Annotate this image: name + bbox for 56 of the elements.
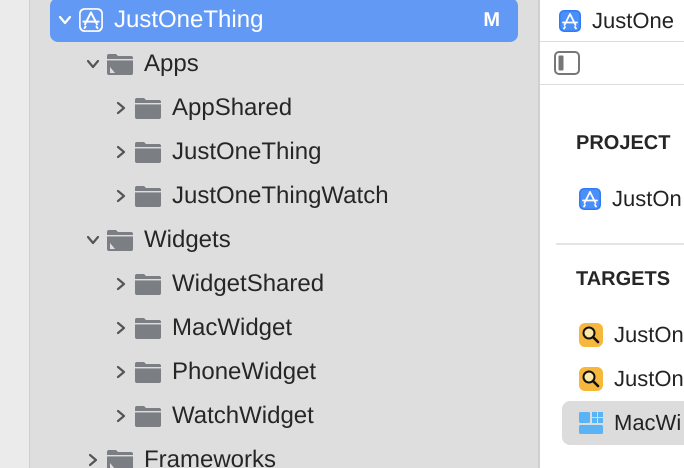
widget-icon bbox=[578, 410, 604, 436]
chevron-icon[interactable] bbox=[86, 453, 100, 467]
chevron-icon[interactable] bbox=[114, 101, 128, 115]
folder-icon bbox=[134, 96, 162, 120]
chevron-icon[interactable] bbox=[114, 145, 128, 159]
editor-title: JustOne bbox=[592, 8, 674, 34]
chevron-icon[interactable] bbox=[58, 13, 72, 27]
navigator-row[interactable]: Frameworks bbox=[50, 438, 518, 468]
navigator-label: WidgetShared bbox=[172, 270, 326, 298]
navigator-row[interactable]: JustOneThingWatch bbox=[50, 174, 518, 218]
navigator-label: Apps bbox=[144, 50, 200, 78]
navigator-label: WatchWidget bbox=[172, 402, 315, 430]
folder-icon bbox=[106, 52, 134, 76]
chevron-icon[interactable] bbox=[114, 277, 128, 291]
sidebar-toggle-icon[interactable] bbox=[554, 51, 580, 75]
navigator-row[interactable]: WatchWidget bbox=[50, 394, 518, 438]
folder-icon bbox=[134, 140, 162, 164]
magnifier-icon bbox=[578, 322, 604, 348]
app-store-icon bbox=[578, 187, 602, 211]
target-item[interactable]: JustOn bbox=[562, 177, 684, 221]
chevron-icon[interactable] bbox=[86, 57, 100, 71]
navigator-label: AppShared bbox=[172, 94, 294, 122]
folder-icon bbox=[134, 404, 162, 428]
chevron-icon[interactable] bbox=[114, 321, 128, 335]
chevron-icon[interactable] bbox=[86, 233, 100, 247]
chevron-icon[interactable] bbox=[114, 365, 128, 379]
folder-icon bbox=[134, 184, 162, 208]
navigator-label: JustOneThingWatch bbox=[172, 182, 390, 210]
navigator-label: Widgets bbox=[144, 226, 232, 254]
navigator-row[interactable]: WidgetShared bbox=[50, 262, 518, 306]
folder-icon bbox=[134, 360, 162, 384]
folder-icon bbox=[106, 228, 134, 252]
navigator-row[interactable]: Widgets bbox=[50, 218, 518, 262]
target-item[interactable]: MacWi bbox=[562, 401, 684, 445]
section-heading: TARGETS bbox=[575, 266, 672, 292]
navigator-label: Frameworks bbox=[144, 446, 278, 468]
navigator-label: MacWidget bbox=[172, 314, 294, 342]
status-letter: M bbox=[483, 8, 500, 32]
navigator-label: PhoneWidget bbox=[172, 358, 318, 386]
navigator-label: JustOneThing bbox=[172, 138, 322, 166]
navigator-row[interactable]: PhoneWidget bbox=[50, 350, 518, 394]
target-item[interactable]: JustOn bbox=[562, 357, 684, 401]
navigator-label: JustOneThing bbox=[114, 6, 264, 34]
magnifier-icon bbox=[578, 366, 604, 392]
navigator-row[interactable]: AppShared bbox=[50, 86, 518, 130]
app-store-icon bbox=[558, 8, 582, 32]
navigator-row[interactable]: JustOneThing bbox=[50, 130, 518, 174]
target-item[interactable]: JustOn bbox=[562, 313, 684, 357]
section-heading: PROJECT bbox=[575, 130, 672, 156]
chevron-icon[interactable] bbox=[114, 409, 128, 423]
navigator-row[interactable]: MacWidget bbox=[50, 306, 518, 350]
navigator-row[interactable]: Apps bbox=[50, 42, 518, 86]
app-store-icon bbox=[78, 7, 104, 33]
chevron-icon[interactable] bbox=[114, 189, 128, 203]
folder-icon bbox=[134, 316, 162, 340]
folder-icon bbox=[134, 272, 162, 296]
